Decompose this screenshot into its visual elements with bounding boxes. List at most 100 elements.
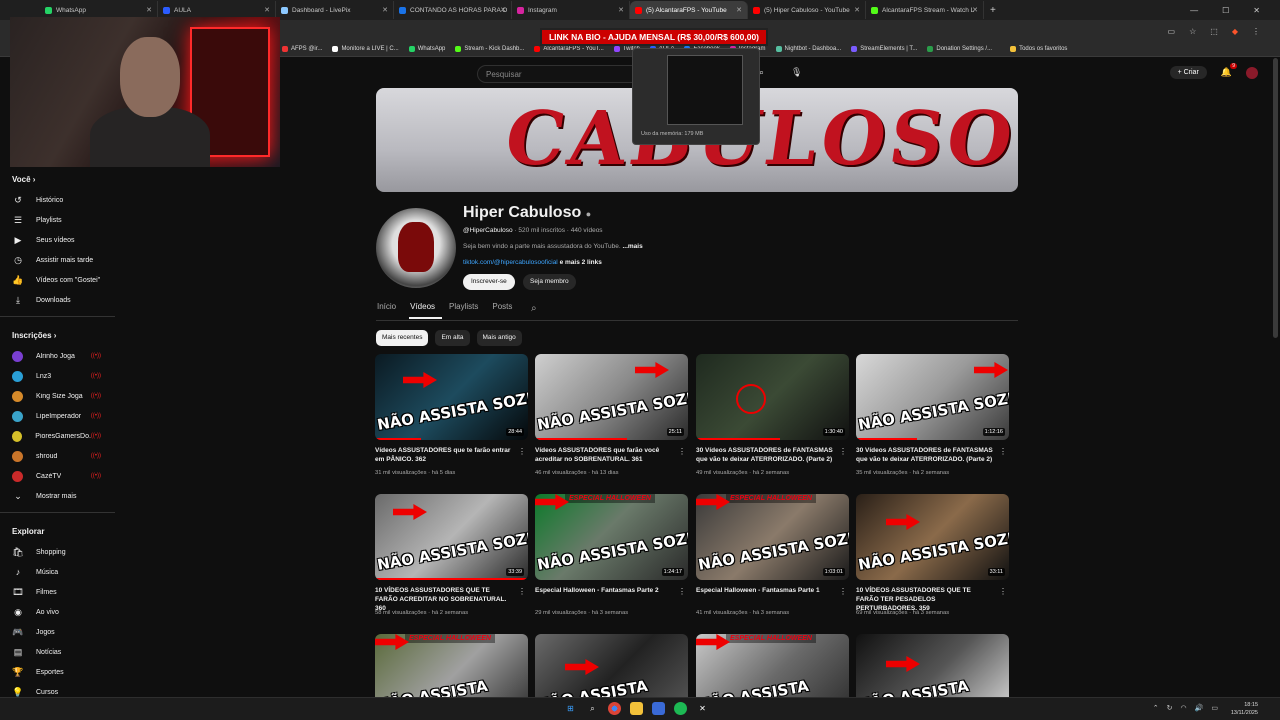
channel-links[interactable]: tiktok.com/@hipercabulosooficial e mais … <box>463 259 602 266</box>
sidebar-item[interactable]: 🛍 Shopping <box>0 542 115 562</box>
more-link[interactable]: ...mais <box>621 243 642 250</box>
bookmark-item[interactable]: WhatsApp <box>408 46 445 52</box>
video-title[interactable]: 30 Vídeos ASSUSTADORES de FANTASMAS que … <box>696 446 834 464</box>
sort-chip[interactable]: Mais recentes <box>376 330 429 346</box>
video-thumbnail[interactable]: 1:30:40 <box>696 354 849 440</box>
video-thumbnail[interactable]: NÃO ASSISTA SOZINHO 33:39 <box>375 494 528 580</box>
video-title[interactable]: Especial Halloween - Fantasmas Parte 2 <box>535 586 673 595</box>
tab-close-icon[interactable]: ✕ <box>382 6 388 14</box>
browser-tab[interactable]: (5) AlcantaraFPS - YouTube ✕ <box>630 1 748 19</box>
browser-tab[interactable]: AlcantaraFPS Stream - Watch L ✕ <box>866 1 984 19</box>
bookmark-item[interactable]: Todos os favoritos <box>1002 46 1067 52</box>
more-options-icon[interactable]: ⋮ <box>999 447 1007 456</box>
subscription-item[interactable]: PioresGamersDo... ((•)) <box>0 426 115 446</box>
video-thumbnail[interactable]: ESPECIAL HALLOWEEN NÃO ASSISTA SOZINHO 1:0… <box>696 494 849 580</box>
video-title[interactable]: 30 Vídeos ASSUSTADORES de FANTASMAS que … <box>856 446 994 464</box>
subscribe-button[interactable]: Inscrever-se <box>463 274 515 290</box>
extension-icon[interactable]: ⬚ <box>1210 27 1218 36</box>
menu-icon[interactable]: ⋮ <box>1252 27 1260 36</box>
bookmark-item[interactable]: Nightbot - Dashboa... <box>775 46 841 52</box>
more-options-icon[interactable]: ⋮ <box>839 587 847 596</box>
sidebar-item[interactable]: ☰ Playlists <box>0 210 115 230</box>
video-title[interactable]: 10 VÍDEOS ASSUSTADORES QUE TE FARÃO TER … <box>856 586 994 613</box>
windows-start-icon[interactable]: ⊞ <box>564 702 577 715</box>
volume-icon[interactable]: 🔊 <box>1195 704 1204 712</box>
video-title[interactable]: Vídeos ASSUSTADORES que te farão entrar … <box>375 446 513 464</box>
bookmark-item[interactable]: AFPS @ir... <box>282 46 322 52</box>
chrome-icon[interactable] <box>608 702 621 715</box>
notifications-icon[interactable]: 🔔 9 <box>1221 63 1237 78</box>
explorer-icon[interactable] <box>630 702 643 715</box>
more-options-icon[interactable]: ⋮ <box>518 447 526 456</box>
tab-0[interactable]: Início <box>376 302 403 319</box>
tray-chevron-icon[interactable]: ⌃ <box>1153 704 1159 712</box>
subscription-item[interactable]: LipeImperador ((•)) <box>0 406 115 426</box>
subscription-item[interactable]: Lnz3 ((•)) <box>0 366 115 386</box>
minimize-icon[interactable]: — <box>1190 6 1198 15</box>
you-section-title[interactable]: Você › <box>0 167 115 190</box>
channel-search-icon[interactable]: ⌕ <box>531 303 537 314</box>
wifi-icon[interactable]: ◠ <box>1181 704 1187 712</box>
tiktok-link[interactable]: tiktok.com/@hipercabulosooficial <box>463 259 558 266</box>
show-more-button[interactable]: ⌄ Mostrar mais <box>0 486 115 506</box>
tab-close-icon[interactable]: ✕ <box>618 6 624 14</box>
more-options-icon[interactable]: ⋮ <box>518 587 526 596</box>
more-links[interactable]: e mais 2 links <box>558 259 602 266</box>
tab-2[interactable]: Playlists <box>448 302 485 319</box>
video-title[interactable]: Especial Halloween - Fantasmas Parte 1 <box>696 586 834 595</box>
bookmark-item[interactable]: Donation Settings /... <box>927 46 992 52</box>
sidebar-item[interactable]: ▶ Seus vídeos <box>0 230 115 250</box>
tab-close-icon[interactable]: ✕ <box>736 6 742 14</box>
sidebar-item[interactable]: ♪ Música <box>0 562 115 582</box>
sidebar-item[interactable]: 👍 Vídeos com "Gostei" <box>0 270 115 290</box>
video-thumbnail[interactable]: NÃO ASSISTA SOZINHO 28:44 <box>375 354 528 440</box>
sidebar-item[interactable]: 🏆 Esportes <box>0 662 115 682</box>
cast-icon[interactable]: ▭ <box>1168 27 1176 36</box>
maximize-icon[interactable]: ☐ <box>1222 6 1229 15</box>
more-options-icon[interactable]: ⋮ <box>839 447 847 456</box>
tab-3[interactable]: Posts <box>491 302 519 319</box>
battery-icon[interactable]: ▭ <box>1211 704 1218 712</box>
tab-close-icon[interactable]: ✕ <box>264 6 270 14</box>
more-options-icon[interactable]: ⋮ <box>678 587 686 596</box>
taskbar-search-icon[interactable]: ⌕ <box>586 702 599 715</box>
video-title[interactable]: Vídeos ASSUSTADORES que farão você acred… <box>535 446 673 464</box>
bookmark-star-icon[interactable]: ☆ <box>1189 27 1196 36</box>
video-thumbnail[interactable]: ESPECIAL HALLOWEEN NÃO ASSISTA SOZINHO 1:2… <box>535 494 688 580</box>
browser-tab[interactable]: Instagram ✕ <box>512 1 630 19</box>
sidebar-item[interactable]: ↺ Histórico <box>0 190 115 210</box>
more-options-icon[interactable]: ⋮ <box>999 587 1007 596</box>
sort-chip[interactable]: Mais antigo <box>476 330 522 346</box>
mail-icon[interactable] <box>652 702 665 715</box>
subscription-item[interactable]: CazéTV ((•)) <box>0 466 115 486</box>
account-avatar[interactable] <box>1246 66 1258 79</box>
sidebar-item[interactable]: ◉ Ao vivo <box>0 602 115 622</box>
scrollbar[interactable] <box>1273 58 1278 338</box>
join-button[interactable]: Seja membro <box>523 274 576 290</box>
sidebar-item[interactable]: 🎮 Jogos <box>0 622 115 642</box>
bookmark-item[interactable]: AlcantaraFPS - YouT... <box>534 46 604 52</box>
sidebar-item[interactable]: ▤ Notícias <box>0 642 115 662</box>
browser-tab[interactable]: Dashboard - LivePix ✕ <box>276 1 394 19</box>
brave-icon[interactable]: ◆ <box>1232 27 1238 36</box>
channel-description[interactable]: Seja bem vindo a parte mais assustadora … <box>463 243 643 250</box>
tab-close-icon[interactable]: ✕ <box>854 6 860 14</box>
video-title[interactable]: 10 VÍDEOS ASSUSTADORES QUE TE FARÃO ACRE… <box>375 586 513 613</box>
tab-close-icon[interactable]: ✕ <box>146 6 152 14</box>
browser-tab[interactable]: CONTANDO AS HORAS PARA O ✕ <box>394 1 512 19</box>
bookmark-item[interactable]: StreamElements | T... <box>851 46 917 52</box>
tab-close-icon[interactable]: ✕ <box>500 6 506 14</box>
video-thumbnail[interactable]: NÃO ASSISTA SOZINHO 25:11 <box>535 354 688 440</box>
sidebar-item[interactable]: 🎞 Filmes <box>0 582 115 602</box>
mic-icon[interactable]: 🎙 <box>791 67 802 78</box>
taskbar-clock[interactable]: 18:15 13/11/2025 <box>1231 701 1258 717</box>
spotify-icon[interactable] <box>674 702 687 715</box>
subscription-item[interactable]: Alrinho Joga ((•)) <box>0 346 115 366</box>
bookmark-item[interactable]: Monitore a LIVE | C... <box>332 46 399 52</box>
close-window-icon[interactable]: ✕ <box>1253 6 1260 15</box>
new-tab-button[interactable]: + <box>990 5 996 16</box>
tab-1[interactable]: Vídeos <box>409 302 443 319</box>
subscription-item[interactable]: King Size Joga ((•)) <box>0 386 115 406</box>
subscription-item[interactable]: shroud ((•)) <box>0 446 115 466</box>
more-options-icon[interactable]: ⋮ <box>678 447 686 456</box>
